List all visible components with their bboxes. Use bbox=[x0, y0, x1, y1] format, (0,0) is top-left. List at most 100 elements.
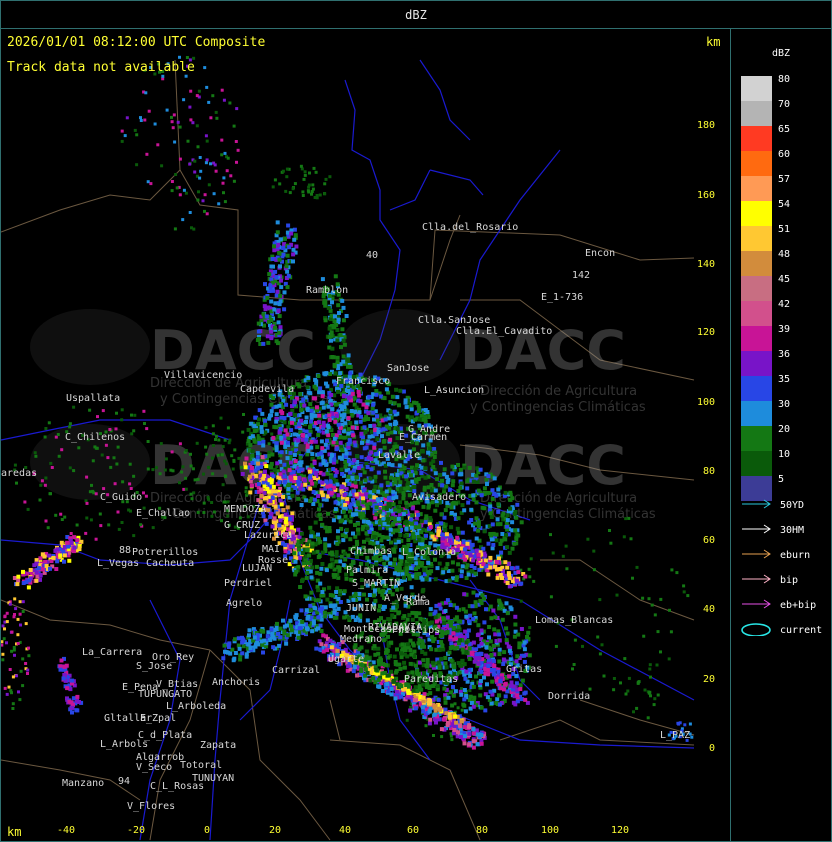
echo-cell bbox=[240, 472, 245, 476]
echo-cell bbox=[169, 468, 173, 472]
echo-cell bbox=[171, 126, 175, 130]
echo-cell bbox=[142, 409, 146, 413]
echo-cell bbox=[427, 697, 432, 702]
echo-cell bbox=[289, 428, 294, 433]
echo-cell bbox=[328, 563, 333, 568]
echo-cell bbox=[419, 519, 424, 524]
echo-cell bbox=[282, 474, 287, 479]
echo-cell bbox=[344, 576, 349, 581]
echo-cell bbox=[318, 517, 323, 521]
echo-cell bbox=[323, 542, 328, 547]
echo-cell bbox=[286, 223, 291, 228]
echo-cell bbox=[433, 471, 438, 476]
echo-cell bbox=[188, 105, 192, 109]
echo-cell bbox=[238, 516, 242, 520]
echo-cell bbox=[342, 342, 347, 347]
echo-cell bbox=[191, 121, 195, 125]
echo-cell bbox=[506, 644, 511, 649]
echo-cell bbox=[401, 496, 406, 501]
echo-cell bbox=[203, 66, 207, 70]
echo-cell bbox=[233, 651, 238, 655]
echo-cell bbox=[298, 626, 303, 631]
echo-cell bbox=[496, 502, 501, 507]
echo-cell bbox=[481, 546, 486, 551]
echo-cell bbox=[476, 552, 481, 557]
echo-cell bbox=[149, 182, 153, 186]
echo-cell bbox=[405, 718, 409, 722]
echo-cell bbox=[320, 446, 325, 451]
echo-cell bbox=[139, 116, 142, 120]
echo-cell bbox=[609, 541, 613, 545]
echo-cell bbox=[270, 452, 275, 457]
echo-cell bbox=[257, 441, 262, 446]
echo-cell bbox=[377, 520, 382, 525]
echo-cell bbox=[256, 436, 261, 441]
echo-cell bbox=[223, 649, 227, 654]
echo-cell bbox=[504, 626, 509, 631]
echo-cell bbox=[328, 483, 333, 488]
echo-cell bbox=[189, 492, 193, 496]
echo-cell bbox=[446, 720, 450, 725]
echo-cell bbox=[346, 395, 351, 400]
echo-cell bbox=[269, 329, 274, 334]
echo-cell bbox=[284, 516, 289, 521]
echo-cell bbox=[284, 264, 289, 269]
echo-cell bbox=[571, 667, 574, 671]
echo-cell bbox=[338, 404, 343, 409]
echo-cell bbox=[329, 557, 334, 562]
echo-cell bbox=[314, 564, 319, 569]
echo-cell bbox=[369, 440, 374, 445]
echo-cell bbox=[394, 495, 399, 500]
echo-cell bbox=[275, 511, 280, 516]
echo-cell bbox=[307, 185, 311, 189]
echo-cell bbox=[154, 466, 158, 470]
echo-cell bbox=[368, 501, 373, 506]
echo-cell bbox=[320, 480, 325, 485]
echo-cell bbox=[280, 411, 285, 415]
echo-cell bbox=[206, 495, 210, 499]
radar-map[interactable]: DACC Dirección de Agricultura y Continge… bbox=[0, 0, 731, 842]
echo-cell bbox=[347, 438, 352, 443]
echo-cell bbox=[391, 502, 396, 507]
echo-cell bbox=[352, 468, 356, 473]
echo-cell bbox=[316, 532, 320, 537]
echo-cell bbox=[241, 430, 245, 434]
echo-cell bbox=[398, 487, 403, 492]
echo-cell bbox=[214, 169, 218, 173]
echo-cell bbox=[253, 473, 258, 478]
echo-cell bbox=[323, 192, 327, 196]
echo-cell bbox=[338, 333, 343, 337]
echo-cell bbox=[362, 446, 367, 451]
echo-cell bbox=[340, 298, 345, 303]
echo-cell bbox=[310, 452, 315, 456]
echo-cell bbox=[276, 320, 281, 325]
echo-cell bbox=[311, 621, 316, 626]
echo-cell bbox=[101, 409, 105, 413]
echo-cell bbox=[358, 419, 363, 424]
echo-cell bbox=[484, 607, 488, 612]
echo-cell bbox=[372, 534, 377, 539]
echo-cell bbox=[384, 489, 389, 494]
echo-cell bbox=[475, 480, 480, 484]
echo-cell bbox=[460, 530, 465, 535]
echo-cell bbox=[322, 610, 327, 615]
echo-cell bbox=[499, 604, 504, 609]
echo-cell bbox=[277, 257, 282, 262]
echo-cell bbox=[256, 329, 261, 334]
echo-cell bbox=[503, 490, 508, 495]
echo-cell bbox=[205, 452, 209, 456]
echo-cell bbox=[108, 428, 112, 431]
echo-cell bbox=[465, 486, 470, 491]
echo-cell bbox=[464, 576, 469, 580]
echo-cell bbox=[471, 684, 476, 689]
echo-cell bbox=[273, 325, 277, 330]
echo-cell bbox=[429, 647, 434, 652]
echo-cell bbox=[486, 490, 491, 495]
echo-cell bbox=[273, 269, 278, 274]
echo-cell bbox=[188, 211, 192, 214]
echo-cell bbox=[342, 412, 347, 417]
echo-cell bbox=[497, 647, 502, 652]
echo-cell bbox=[188, 162, 192, 166]
echo-cell bbox=[309, 530, 314, 534]
echo-cell bbox=[275, 289, 280, 294]
